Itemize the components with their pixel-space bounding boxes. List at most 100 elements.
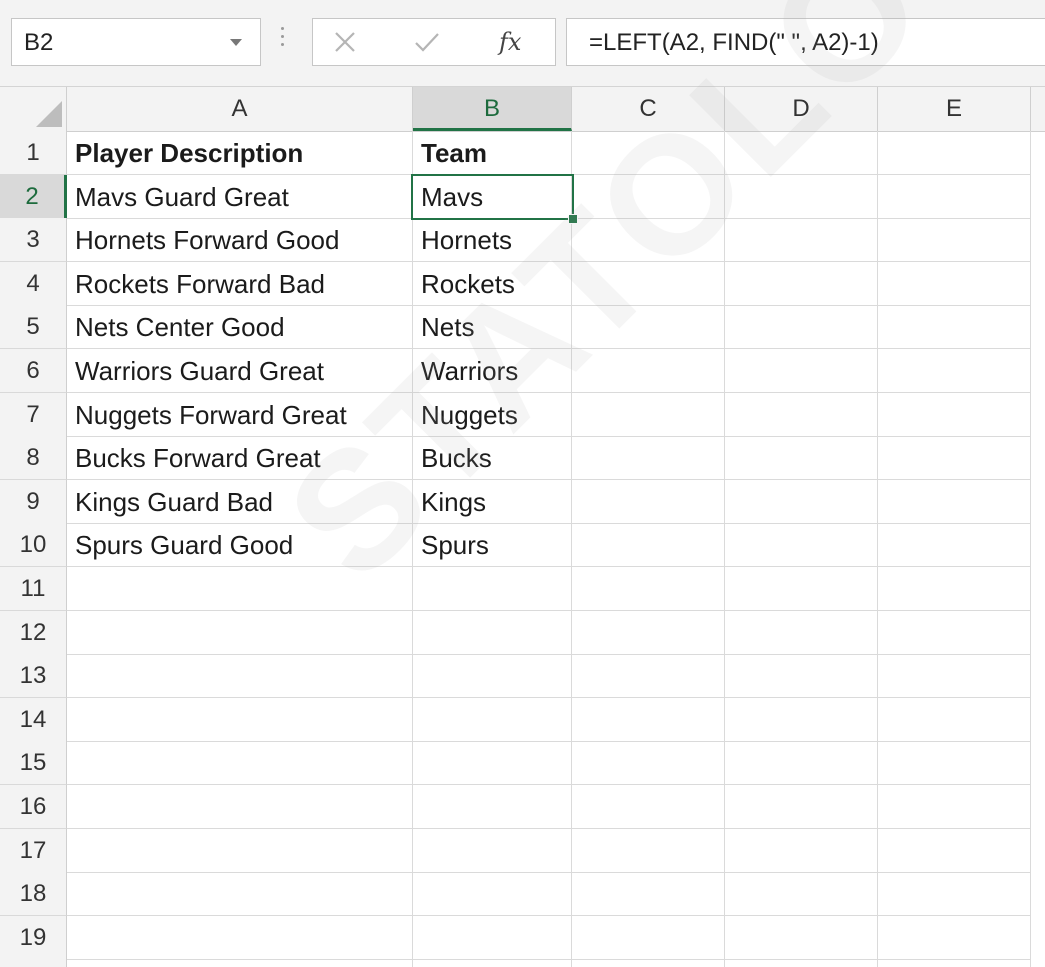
row-header[interactable]: 12 bbox=[0, 610, 67, 655]
cell-c15[interactable] bbox=[572, 741, 725, 786]
cell-a3[interactable]: Hornets Forward Good bbox=[67, 218, 413, 263]
row-header[interactable]: 16 bbox=[0, 785, 67, 829]
cell-a17[interactable] bbox=[67, 828, 413, 873]
cell-b20[interactable] bbox=[413, 959, 572, 967]
cell-b9[interactable]: Kings bbox=[413, 479, 572, 524]
cell-c8[interactable] bbox=[572, 436, 725, 481]
cell-b3[interactable]: Hornets bbox=[413, 218, 572, 263]
cell-b2[interactable]: Mavs bbox=[413, 174, 572, 219]
cell-e5[interactable] bbox=[878, 305, 1031, 350]
formula-input[interactable]: =LEFT(A2, FIND(" ", A2)-1) bbox=[566, 18, 1045, 66]
cell-c13[interactable] bbox=[572, 654, 725, 699]
column-header-a[interactable]: A bbox=[67, 87, 413, 131]
cell-a12[interactable] bbox=[67, 610, 413, 655]
cell-c14[interactable] bbox=[572, 697, 725, 742]
row-header[interactable]: 10 bbox=[0, 523, 67, 568]
cell-c17[interactable] bbox=[572, 828, 725, 873]
cell-b18[interactable] bbox=[413, 872, 572, 917]
cell-c5[interactable] bbox=[572, 305, 725, 350]
cell-a4[interactable]: Rockets Forward Bad bbox=[67, 261, 413, 306]
cell-a15[interactable] bbox=[67, 741, 413, 786]
cell-e3[interactable] bbox=[878, 218, 1031, 263]
row-header[interactable]: 19 bbox=[0, 915, 67, 960]
cell-e2[interactable] bbox=[878, 174, 1031, 219]
row-header[interactable]: 20 bbox=[0, 959, 67, 967]
cell-d16[interactable] bbox=[725, 785, 878, 829]
cell-a9[interactable]: Kings Guard Bad bbox=[67, 479, 413, 524]
cell-e7[interactable] bbox=[878, 392, 1031, 437]
cell-b15[interactable] bbox=[413, 741, 572, 786]
row-header[interactable]: 15 bbox=[0, 741, 67, 786]
cell-e11[interactable] bbox=[878, 567, 1031, 611]
row-header[interactable]: 18 bbox=[0, 872, 67, 917]
cell-e17[interactable] bbox=[878, 828, 1031, 873]
cell-d13[interactable] bbox=[725, 654, 878, 699]
cell-c18[interactable] bbox=[572, 872, 725, 917]
cell-e16[interactable] bbox=[878, 785, 1031, 829]
cell-d3[interactable] bbox=[725, 218, 878, 263]
cell-a11[interactable] bbox=[67, 567, 413, 611]
cell-d10[interactable] bbox=[725, 523, 878, 568]
cell-e6[interactable] bbox=[878, 349, 1031, 393]
cell-d12[interactable] bbox=[725, 610, 878, 655]
cell-b13[interactable] bbox=[413, 654, 572, 699]
cell-e20[interactable] bbox=[878, 959, 1031, 967]
cell-a20[interactable] bbox=[67, 959, 413, 967]
cell-d7[interactable] bbox=[725, 392, 878, 437]
cell-d1[interactable] bbox=[725, 131, 878, 175]
cell-a5[interactable]: Nets Center Good bbox=[67, 305, 413, 350]
cell-e14[interactable] bbox=[878, 697, 1031, 742]
cell-c9[interactable] bbox=[572, 479, 725, 524]
cell-e15[interactable] bbox=[878, 741, 1031, 786]
cell-b19[interactable] bbox=[413, 915, 572, 960]
cell-c3[interactable] bbox=[572, 218, 725, 263]
cell-a19[interactable] bbox=[67, 915, 413, 960]
cell-d2[interactable] bbox=[725, 174, 878, 219]
name-box[interactable]: B2 bbox=[11, 18, 261, 66]
cell-b17[interactable] bbox=[413, 828, 572, 873]
row-header[interactable]: 11 bbox=[0, 567, 67, 611]
cell-b4[interactable]: Rockets bbox=[413, 261, 572, 306]
row-header[interactable]: 13 bbox=[0, 654, 67, 699]
fill-handle[interactable] bbox=[568, 214, 578, 224]
cell-b1[interactable]: Team bbox=[413, 131, 572, 175]
cell-d17[interactable] bbox=[725, 828, 878, 873]
cell-d19[interactable] bbox=[725, 915, 878, 960]
cell-d4[interactable] bbox=[725, 261, 878, 306]
column-header-d[interactable]: D bbox=[725, 87, 878, 131]
cell-b12[interactable] bbox=[413, 610, 572, 655]
cell-b14[interactable] bbox=[413, 697, 572, 742]
cell-c6[interactable] bbox=[572, 349, 725, 393]
row-header[interactable]: 17 bbox=[0, 828, 67, 873]
cell-a16[interactable] bbox=[67, 785, 413, 829]
cell-a10[interactable]: Spurs Guard Good bbox=[67, 523, 413, 568]
cell-d14[interactable] bbox=[725, 697, 878, 742]
cell-e10[interactable] bbox=[878, 523, 1031, 568]
cell-e19[interactable] bbox=[878, 915, 1031, 960]
cell-d11[interactable] bbox=[725, 567, 878, 611]
cell-a18[interactable] bbox=[67, 872, 413, 917]
chevron-down-icon[interactable] bbox=[230, 39, 242, 46]
column-header-b[interactable]: B bbox=[413, 87, 572, 131]
column-header-c[interactable]: C bbox=[572, 87, 725, 131]
cell-e13[interactable] bbox=[878, 654, 1031, 699]
row-header[interactable]: 14 bbox=[0, 697, 67, 742]
cell-c1[interactable] bbox=[572, 131, 725, 175]
row-header[interactable]: 8 bbox=[0, 436, 67, 481]
cell-a1[interactable]: Player Description bbox=[67, 131, 413, 175]
cell-a7[interactable]: Nuggets Forward Great bbox=[67, 392, 413, 437]
cell-a2[interactable]: Mavs Guard Great bbox=[67, 174, 413, 219]
cell-a14[interactable] bbox=[67, 697, 413, 742]
cell-a8[interactable]: Bucks Forward Great bbox=[67, 436, 413, 481]
cell-d15[interactable] bbox=[725, 741, 878, 786]
cell-b10[interactable]: Spurs bbox=[413, 523, 572, 568]
cell-e8[interactable] bbox=[878, 436, 1031, 481]
cell-c10[interactable] bbox=[572, 523, 725, 568]
cell-c2[interactable] bbox=[572, 174, 725, 219]
row-header[interactable]: 2 bbox=[0, 174, 67, 219]
cell-c19[interactable] bbox=[572, 915, 725, 960]
cell-a13[interactable] bbox=[67, 654, 413, 699]
cell-d9[interactable] bbox=[725, 479, 878, 524]
cell-b7[interactable]: Nuggets bbox=[413, 392, 572, 437]
row-header[interactable]: 9 bbox=[0, 479, 67, 524]
